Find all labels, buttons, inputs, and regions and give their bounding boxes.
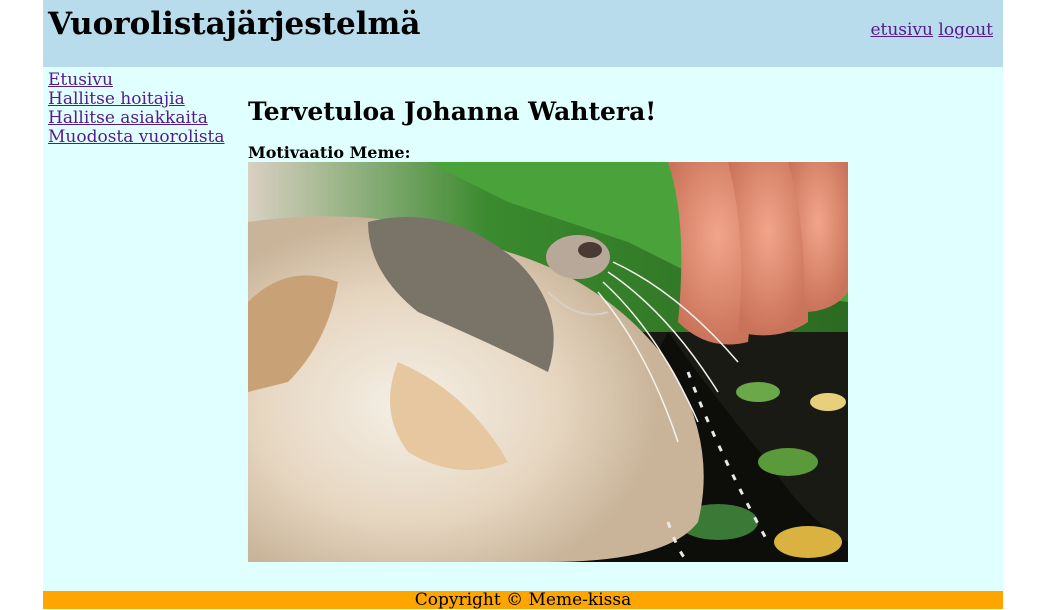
header: Vuorolistajärjestelmä etusivu logout: [43, 0, 1003, 67]
sidebar-item-hallitse-asiakkaita[interactable]: Hallitse asiakkaita: [48, 109, 238, 128]
site-title: Vuorolistajärjestelmä: [48, 6, 421, 42]
sidebar-item-hallitse-hoitajia[interactable]: Hallitse hoitajia: [48, 90, 238, 109]
sidebar-item-etusivu[interactable]: Etusivu: [48, 71, 238, 90]
sidebar-item-muodosta-vuorolista[interactable]: Muodosta vuorolista: [48, 128, 238, 147]
top-links: etusivu logout: [870, 19, 993, 41]
home-link[interactable]: etusivu: [870, 20, 933, 40]
logout-link[interactable]: logout: [938, 20, 993, 40]
meme-label: Motivaatio Meme:: [248, 143, 411, 162]
main-content: Tervetuloa Johanna Wahtera! Motivaatio M…: [248, 94, 948, 562]
welcome-heading: Tervetuloa Johanna Wahtera!: [248, 97, 657, 126]
page-wrapper: Vuorolistajärjestelmä etusivu logout Etu…: [43, 0, 1003, 609]
sidebar: Etusivu Hallitse hoitajia Hallitse asiak…: [48, 71, 238, 147]
meme-cat-image: [248, 162, 848, 562]
footer: Copyright © Meme-kissa: [43, 591, 1003, 609]
